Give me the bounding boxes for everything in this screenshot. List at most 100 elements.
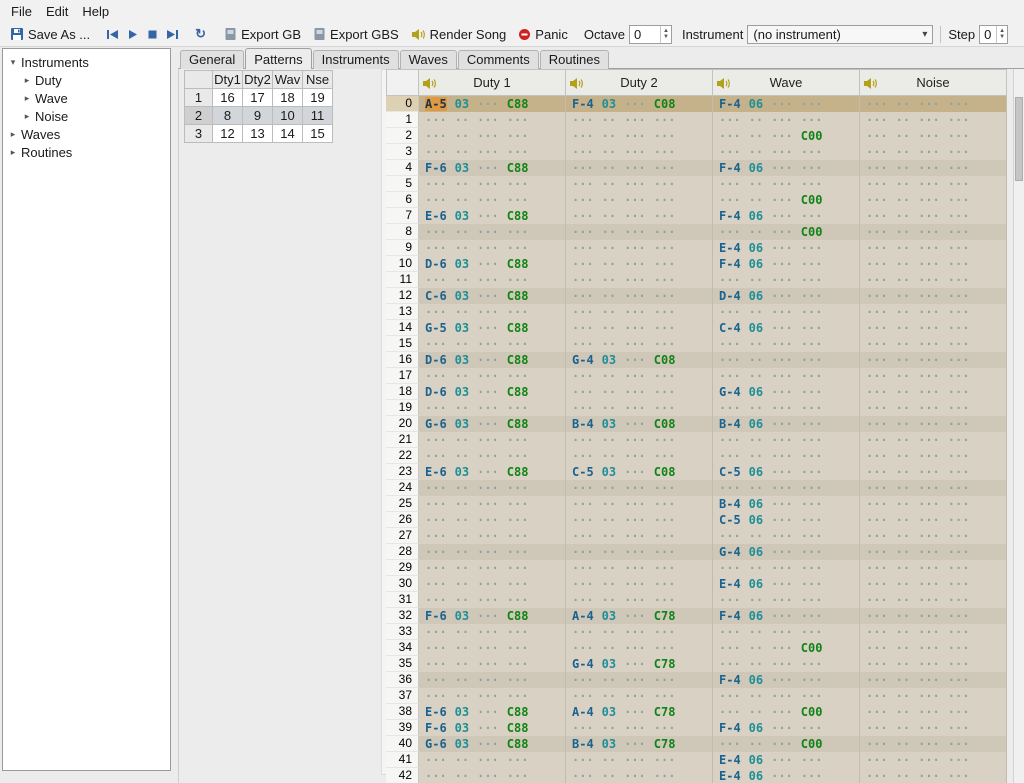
cell-r9-c3[interactable]: ··········· (860, 240, 1007, 256)
menu-edit[interactable]: Edit (39, 2, 75, 21)
spinner-arrows-icon[interactable]: ▲▼ (996, 26, 1007, 43)
cell-r15-c3[interactable]: ··········· (860, 336, 1007, 352)
menu-file[interactable]: File (4, 2, 39, 21)
cell-r41-c3[interactable]: ··········· (860, 752, 1007, 768)
cell-r26-c0[interactable]: ··········· (419, 512, 566, 528)
cell-r33-c1[interactable]: ··········· (566, 624, 713, 640)
cell-r24-c2[interactable]: ··········· (713, 480, 860, 496)
cell-r21-c1[interactable]: ··········· (566, 432, 713, 448)
cell-r1-c3[interactable]: ··········· (860, 112, 1007, 128)
cell-r34-c3[interactable]: ··········· (860, 640, 1007, 656)
cell-r4-c0[interactable]: F-603···C88 (419, 160, 566, 176)
cell-r28-c1[interactable]: ··········· (566, 544, 713, 560)
cell-r16-c3[interactable]: ··········· (860, 352, 1007, 368)
loop-button[interactable]: ↻ (191, 25, 210, 43)
cell-r22-c1[interactable]: ··········· (566, 448, 713, 464)
order-row-header[interactable]: 1 (185, 89, 213, 107)
cell-r32-c2[interactable]: F-406······ (713, 608, 860, 624)
cell-r5-c2[interactable]: ··········· (713, 176, 860, 192)
cell-r20-c0[interactable]: G-603···C88 (419, 416, 566, 432)
cell-r27-c3[interactable]: ··········· (860, 528, 1007, 544)
cell-r39-c0[interactable]: F-603···C88 (419, 720, 566, 736)
cell-r38-c3[interactable]: ··········· (860, 704, 1007, 720)
cell-r14-c1[interactable]: ··········· (566, 320, 713, 336)
cell-r21-c0[interactable]: ··········· (419, 432, 566, 448)
sidebar-item-routines[interactable]: ▸Routines (3, 143, 170, 161)
cell-r7-c0[interactable]: E-603···C88 (419, 208, 566, 224)
cell-r4-c1[interactable]: ··········· (566, 160, 713, 176)
export-gbs-button[interactable]: Export GBS (307, 25, 405, 44)
tab-patterns[interactable]: Patterns (245, 48, 311, 69)
cell-r19-c0[interactable]: ··········· (419, 400, 566, 416)
cell-r18-c0[interactable]: D-603···C88 (419, 384, 566, 400)
channel-header-duty-2[interactable]: Duty 2 (566, 69, 713, 96)
cell-r1-c2[interactable]: ··········· (713, 112, 860, 128)
cell-r31-c0[interactable]: ··········· (419, 592, 566, 608)
cell-r13-c2[interactable]: ··········· (713, 304, 860, 320)
cell-r19-c3[interactable]: ··········· (860, 400, 1007, 416)
cell-r41-c0[interactable]: ··········· (419, 752, 566, 768)
cell-r15-c1[interactable]: ··········· (566, 336, 713, 352)
cell-r27-c2[interactable]: ··········· (713, 528, 860, 544)
cell-r21-c2[interactable]: ··········· (713, 432, 860, 448)
cell-r18-c3[interactable]: ··········· (860, 384, 1007, 400)
cell-r30-c2[interactable]: E-406······ (713, 576, 860, 592)
cell-r10-c0[interactable]: D-603···C88 (419, 256, 566, 272)
cell-r26-c3[interactable]: ··········· (860, 512, 1007, 528)
menu-help[interactable]: Help (75, 2, 116, 21)
order-cell[interactable]: 13 (243, 125, 273, 143)
cell-r34-c1[interactable]: ··········· (566, 640, 713, 656)
stop-button[interactable] (143, 28, 162, 41)
order-cell[interactable]: 18 (273, 89, 303, 107)
save-as-button[interactable]: Save As ... (4, 25, 96, 44)
instrument-combobox[interactable]: (no instrument) ▾ (747, 25, 933, 44)
cell-r34-c0[interactable]: ··········· (419, 640, 566, 656)
spinner-arrows-icon[interactable]: ▲▼ (660, 26, 671, 43)
cell-r36-c3[interactable]: ··········· (860, 672, 1007, 688)
cell-r0-c1[interactable]: F-403···C08 (566, 96, 713, 112)
order-cell[interactable]: 12 (213, 125, 243, 143)
cell-r37-c3[interactable]: ··········· (860, 688, 1007, 704)
cell-r2-c1[interactable]: ··········· (566, 128, 713, 144)
cell-r42-c2[interactable]: E-406······ (713, 768, 860, 783)
channel-header-duty-1[interactable]: Duty 1 (419, 69, 566, 96)
cell-r42-c1[interactable]: ··········· (566, 768, 713, 783)
cell-r0-c3[interactable]: ··········· (860, 96, 1007, 112)
sidebar-item-wave[interactable]: ▸Wave (3, 89, 170, 107)
step-spinner[interactable]: 0 ▲▼ (979, 25, 1008, 44)
cell-r24-c3[interactable]: ··········· (860, 480, 1007, 496)
cell-r38-c0[interactable]: E-603···C88 (419, 704, 566, 720)
cell-r29-c1[interactable]: ··········· (566, 560, 713, 576)
cell-r2-c3[interactable]: ··········· (860, 128, 1007, 144)
cell-r7-c1[interactable]: ··········· (566, 208, 713, 224)
cell-r36-c1[interactable]: ··········· (566, 672, 713, 688)
order-row-header[interactable]: 3 (185, 125, 213, 143)
cell-r41-c2[interactable]: E-406······ (713, 752, 860, 768)
cell-r27-c0[interactable]: ··········· (419, 528, 566, 544)
cell-r25-c3[interactable]: ··········· (860, 496, 1007, 512)
cell-r25-c2[interactable]: B-406······ (713, 496, 860, 512)
channel-header-noise[interactable]: Noise (860, 69, 1007, 96)
cell-r31-c1[interactable]: ··········· (566, 592, 713, 608)
cell-r8-c3[interactable]: ··········· (860, 224, 1007, 240)
cell-r34-c2[interactable]: ········C00 (713, 640, 860, 656)
chevron-right-icon[interactable]: ▸ (21, 93, 33, 104)
cell-r22-c2[interactable]: ··········· (713, 448, 860, 464)
cell-r5-c1[interactable]: ··········· (566, 176, 713, 192)
chevron-right-icon[interactable]: ▸ (21, 75, 33, 86)
cell-r19-c1[interactable]: ··········· (566, 400, 713, 416)
cell-r3-c1[interactable]: ··········· (566, 144, 713, 160)
cell-r3-c0[interactable]: ··········· (419, 144, 566, 160)
cell-r20-c3[interactable]: ··········· (860, 416, 1007, 432)
cell-r35-c1[interactable]: G-403···C78 (566, 656, 713, 672)
tab-waves[interactable]: Waves (400, 50, 457, 69)
order-cell[interactable]: 11 (303, 107, 333, 125)
cell-r32-c0[interactable]: F-603···C88 (419, 608, 566, 624)
cell-r5-c0[interactable]: ··········· (419, 176, 566, 192)
cell-r1-c0[interactable]: ··········· (419, 112, 566, 128)
cell-r27-c1[interactable]: ··········· (566, 528, 713, 544)
cell-r14-c0[interactable]: G-503···C88 (419, 320, 566, 336)
channel-header-wave[interactable]: Wave (713, 69, 860, 96)
cell-r32-c1[interactable]: A-403···C78 (566, 608, 713, 624)
cell-r31-c2[interactable]: ··········· (713, 592, 860, 608)
